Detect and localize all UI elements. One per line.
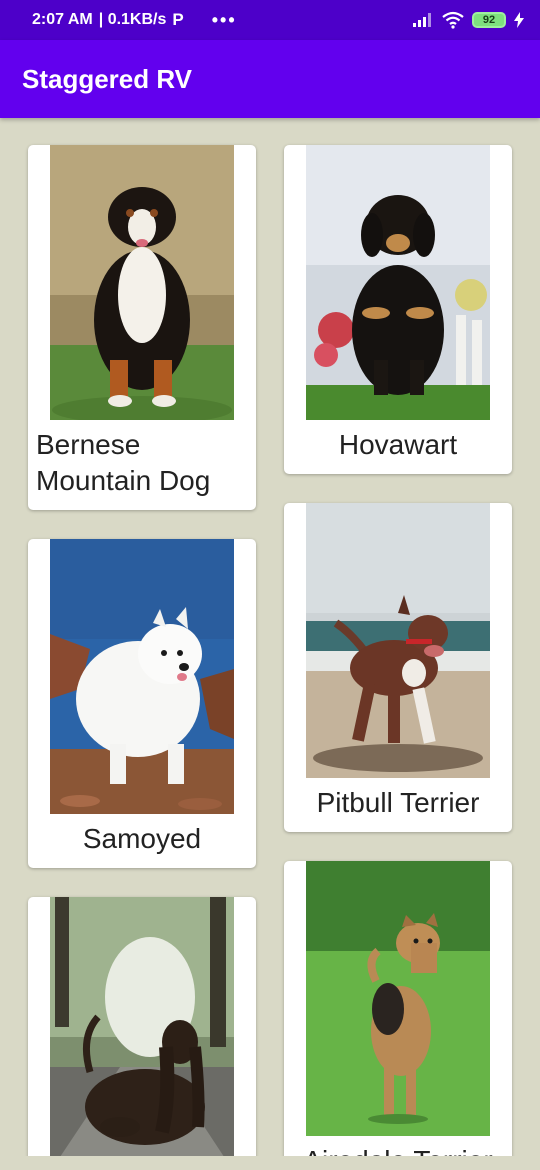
dog-card-airedale[interactable]: Airedale Terrier bbox=[284, 861, 512, 1156]
dog-card-pitbull[interactable]: Pitbull Terrier bbox=[284, 503, 512, 832]
dog-card-afghan[interactable] bbox=[28, 897, 256, 1156]
battery-icon: 92 bbox=[472, 12, 506, 28]
dog-card-bernese[interactable]: Bernese Mountain Dog bbox=[28, 145, 256, 510]
signal-icon bbox=[413, 13, 431, 27]
parking-icon: P bbox=[172, 10, 184, 29]
dog-card-samoyed[interactable]: Samoyed bbox=[28, 539, 256, 868]
network-speed: | 0.1KB/s bbox=[98, 11, 167, 28]
dog-name: Hovawart bbox=[338, 429, 458, 460]
dog-name: Bernese Mountain Dog bbox=[36, 429, 211, 496]
dog-image-pitbull bbox=[306, 503, 490, 778]
charging-icon bbox=[514, 12, 524, 28]
status-bar: 2:07 AM | 0.1KB/s P ••• 92 bbox=[0, 0, 540, 40]
dog-image-airedale bbox=[306, 861, 490, 1136]
navigation-bar bbox=[0, 1156, 540, 1170]
dog-card-hovawart[interactable]: Hovawart bbox=[284, 145, 512, 474]
app-bar: Staggered RV bbox=[0, 40, 540, 118]
staggered-grid[interactable]: Bernese Mountain Dog Hovawart Samoyed Pi… bbox=[0, 118, 540, 1156]
dog-image-samoyed bbox=[50, 539, 234, 814]
status-time: 2:07 AM bbox=[32, 11, 93, 28]
dog-image-afghan bbox=[50, 897, 234, 1156]
dog-name: Samoyed bbox=[82, 823, 202, 854]
more-dots-icon: ••• bbox=[211, 9, 237, 30]
dog-name: Pitbull Terrier bbox=[316, 787, 480, 818]
app-title: Staggered RV bbox=[22, 63, 193, 94]
wifi-icon bbox=[442, 11, 464, 29]
status-right: 92 bbox=[412, 11, 524, 29]
dog-image-bernese bbox=[50, 145, 234, 420]
status-left: 2:07 AM | 0.1KB/s P ••• bbox=[32, 10, 237, 31]
dog-name: Airedale Terrier bbox=[292, 1143, 504, 1156]
dog-image-hovawart bbox=[306, 145, 490, 420]
